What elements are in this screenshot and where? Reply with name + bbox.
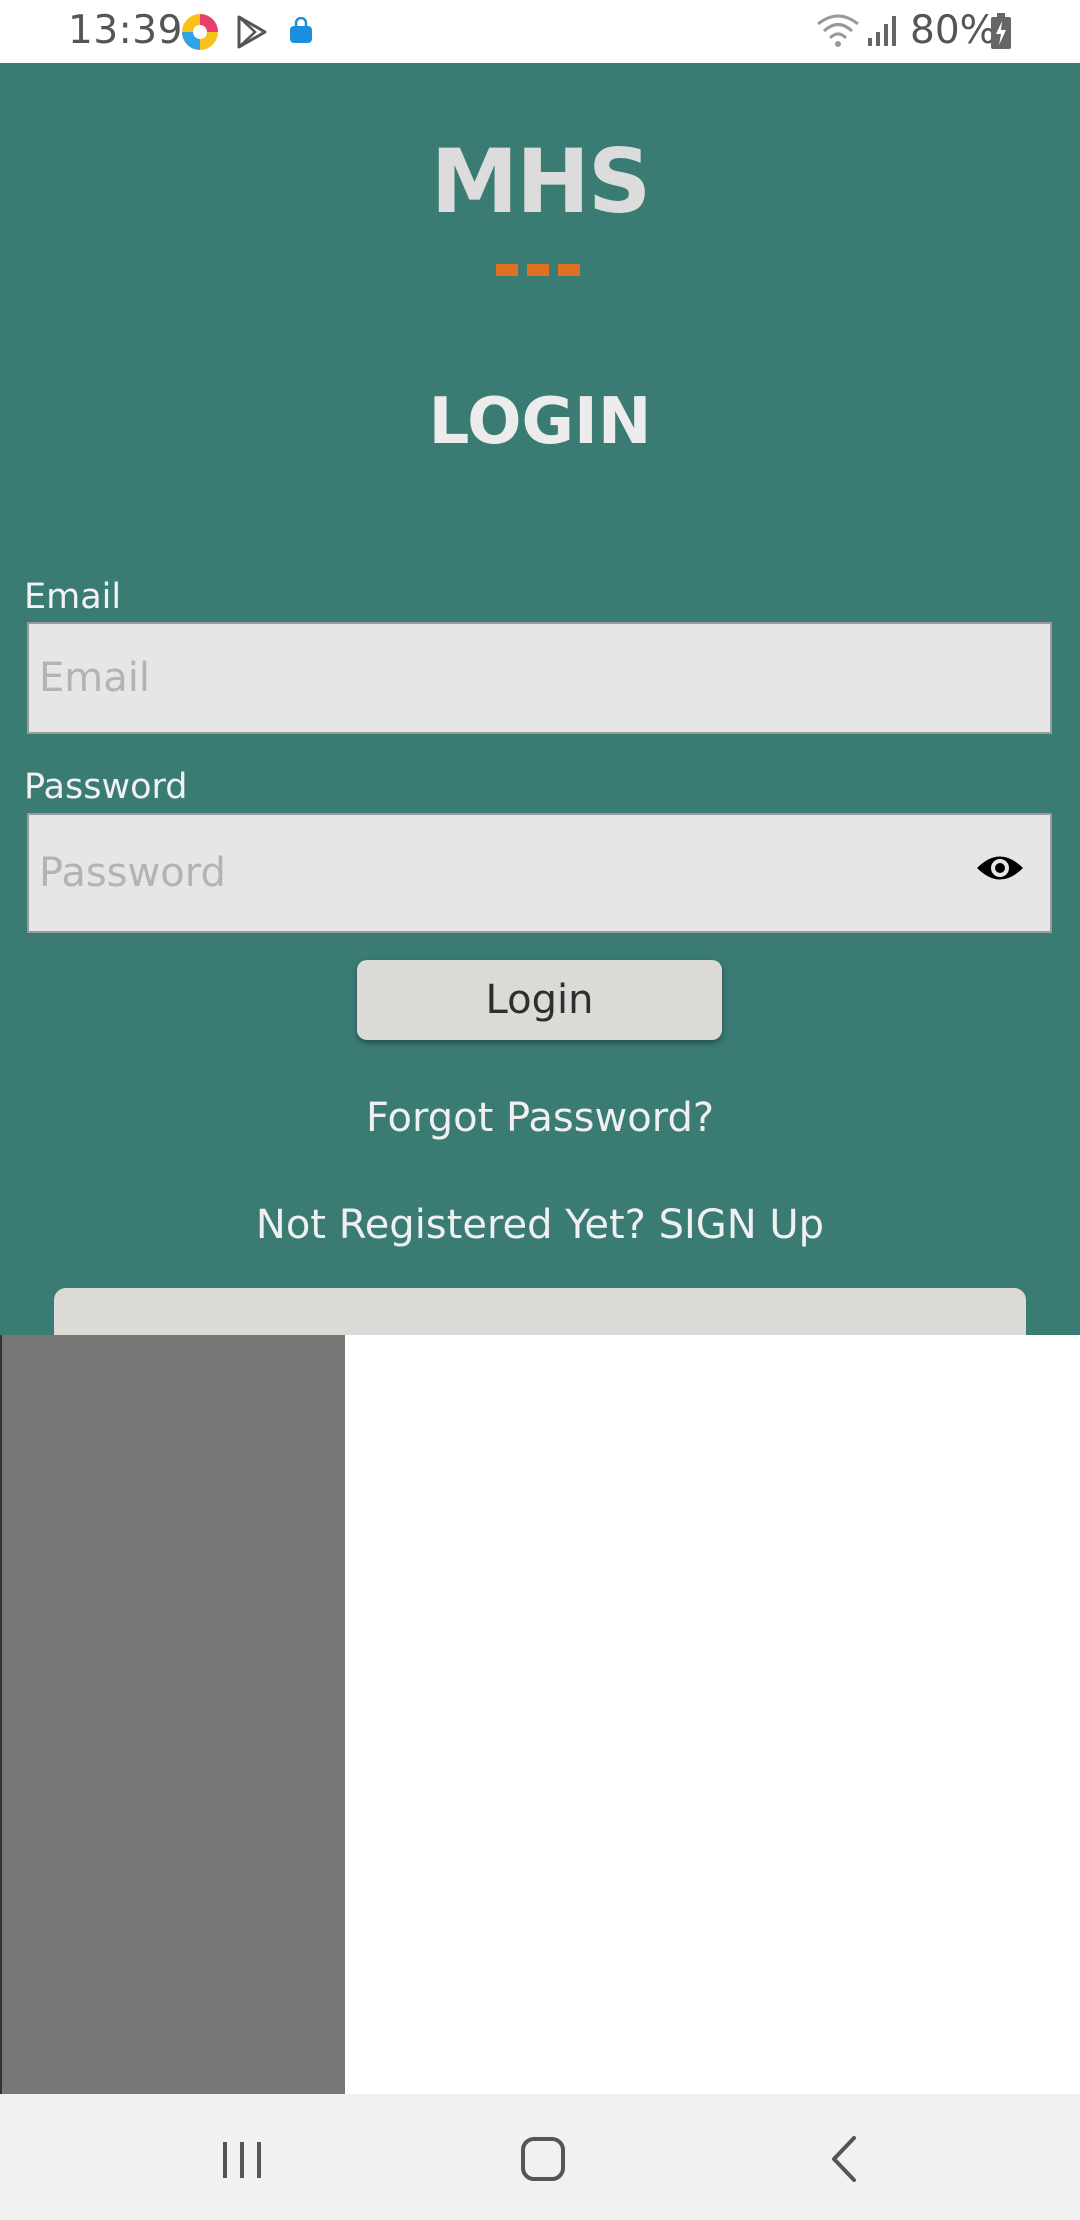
email-field[interactable] [27, 622, 1052, 734]
gray-panel [0, 1335, 347, 2094]
logo-accent-dashes [496, 264, 586, 276]
status-bar: 13:39 80% [0, 0, 1080, 63]
app-colorful-icon [182, 14, 218, 50]
home-icon[interactable] [508, 2124, 578, 2194]
navigation-bar [0, 2094, 1080, 2220]
wifi-icon [817, 14, 859, 47]
email-label: Email [24, 577, 122, 617]
status-time: 13:39 [68, 8, 183, 53]
signup-link[interactable]: Not Registered Yet? SIGN Up [0, 1202, 1080, 1248]
password-label: Password [24, 767, 188, 807]
page-title: LOGIN [428, 385, 652, 459]
show-password-icon[interactable] [975, 851, 1025, 885]
recents-icon[interactable] [207, 2124, 277, 2194]
back-icon[interactable] [810, 2124, 880, 2194]
login-button[interactable]: Login [357, 960, 722, 1040]
battery-charging-icon [991, 13, 1011, 49]
play-store-icon [237, 15, 267, 49]
password-field[interactable] [27, 813, 1052, 933]
app-logo: MHS [430, 130, 652, 233]
forgot-password-link[interactable]: Forgot Password? [0, 1095, 1080, 1141]
signal-icon [868, 16, 896, 46]
white-panel [345, 1335, 1080, 2094]
shopping-bag-icon [290, 17, 312, 43]
battery-percentage: 80% [910, 8, 997, 53]
